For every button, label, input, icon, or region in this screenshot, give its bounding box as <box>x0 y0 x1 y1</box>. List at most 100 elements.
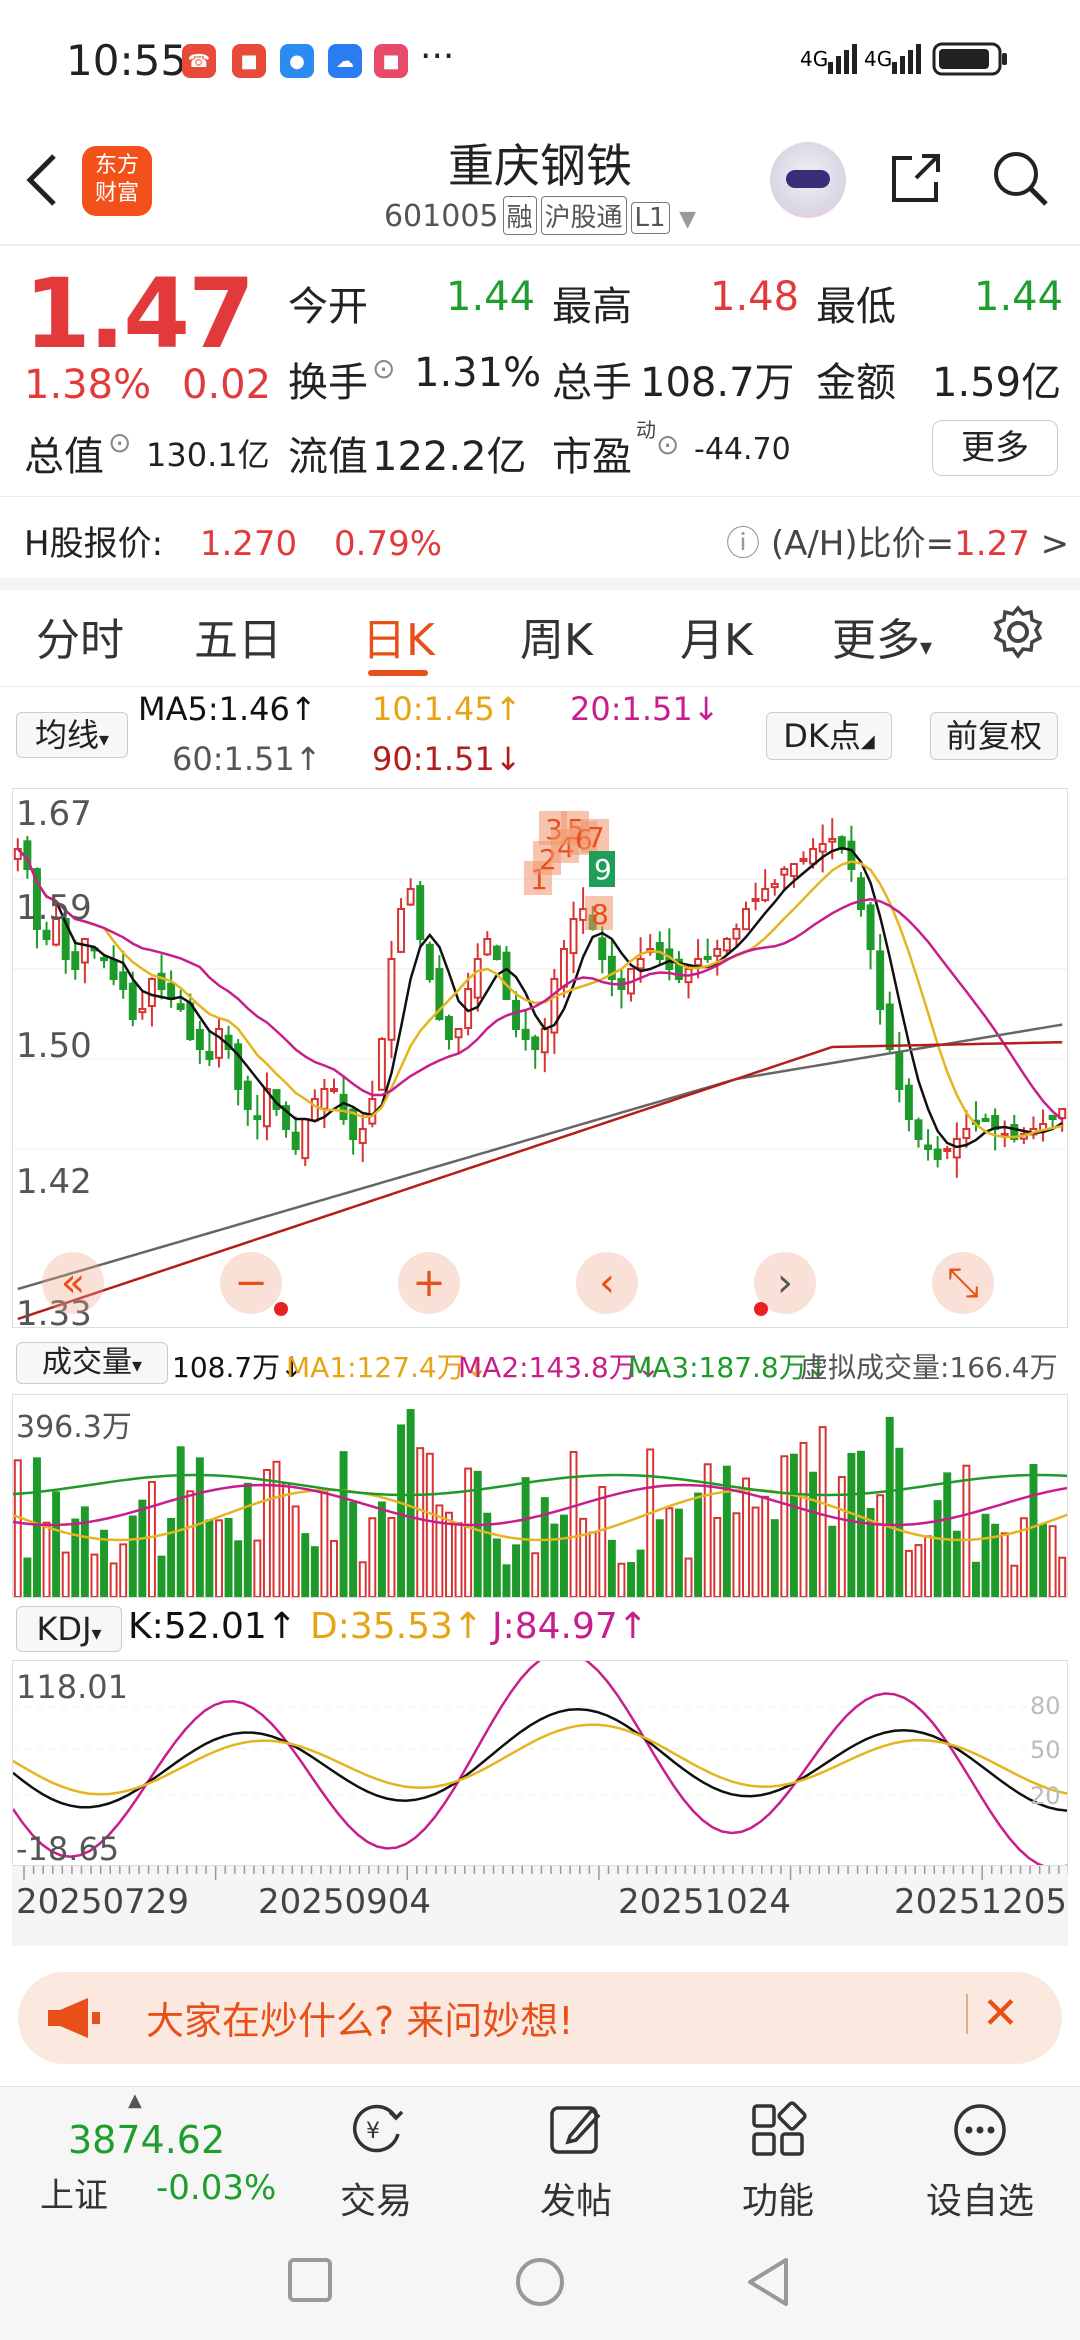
volume-bar <box>799 1441 808 1597</box>
assistant-robot-icon[interactable] <box>770 142 846 218</box>
candle <box>253 1115 262 1120</box>
kdj-level-label: 50 <box>1030 1736 1061 1764</box>
volume-bar <box>243 1482 252 1597</box>
tab-five-day[interactable]: 五日 <box>194 604 282 668</box>
info-icon[interactable]: ⊙ <box>372 352 395 385</box>
share-icon[interactable] <box>886 148 946 208</box>
volume-bar <box>828 1525 837 1597</box>
tab-intraday[interactable]: 分时 <box>36 604 124 668</box>
trade-tab[interactable]: 交易 <box>296 2172 456 2224</box>
candle <box>924 1144 933 1150</box>
volume-bar <box>943 1472 952 1597</box>
volume-bar <box>972 1561 980 1597</box>
volume-bar <box>13 1459 22 1597</box>
add-watchlist-tab[interactable]: 设自选 <box>900 2172 1060 2224</box>
more-button[interactable]: 更多 <box>932 420 1058 476</box>
candle <box>291 1131 300 1150</box>
chevron-left-icon[interactable]: ‹ <box>576 1252 638 1314</box>
price-change-pct: 1.38% <box>24 362 152 408</box>
candle <box>847 840 856 871</box>
dk-point-button[interactable]: DK点◢ <box>766 712 892 760</box>
candle <box>310 1098 319 1122</box>
recent-apps-icon[interactable] <box>286 2256 334 2304</box>
pe-superscript: 动 <box>636 418 656 442</box>
info-icon[interactable]: ⊙ <box>108 426 131 459</box>
volume-bar <box>761 1495 770 1597</box>
candle <box>42 929 51 940</box>
index-name[interactable]: 上证 <box>40 2168 108 2217</box>
kdj-level-label: 20 <box>1030 1782 1061 1810</box>
banner-text[interactable]: 大家在炒什么? 来问妙想! <box>146 1990 573 2045</box>
adjust-button[interactable]: 前复权 <box>930 712 1058 760</box>
expand-icon[interactable]: ⤡ <box>932 1252 994 1314</box>
candle <box>962 1128 971 1139</box>
fast-backward-icon[interactable]: « <box>42 1252 104 1314</box>
post-tab[interactable]: 发帖 <box>496 2172 656 2224</box>
volume-selector[interactable]: 成交量▾ <box>16 1342 168 1384</box>
ah-ratio[interactable]: ⓘ (A/H)比价=1.27 > <box>726 516 1069 565</box>
candle <box>512 1000 521 1030</box>
candle <box>243 1080 252 1111</box>
trade-yen-icon[interactable]: ¥ <box>344 2098 408 2162</box>
volume-bar <box>301 1533 310 1597</box>
h-share-row[interactable]: H股报价: 1.270 0.79% <box>24 516 442 565</box>
volume-bar <box>665 1507 674 1597</box>
candle <box>320 1088 329 1110</box>
volume-bar <box>349 1501 358 1597</box>
kline-chart[interactable]: 123456789 <box>12 788 1068 1328</box>
h-share-pct: 0.79% <box>334 524 443 564</box>
volume-bar <box>617 1562 626 1597</box>
candle <box>454 1028 463 1039</box>
turnover-value: 1.31% <box>414 350 542 396</box>
tab-week-k[interactable]: 周K <box>520 604 593 668</box>
candle <box>71 951 80 970</box>
candle <box>636 958 645 970</box>
dropdown-triangle-icon: ▾ <box>131 1353 143 1377</box>
volume-bar <box>205 1519 214 1597</box>
back-triangle-icon[interactable] <box>744 2256 792 2308</box>
notification-icon: ■ <box>232 44 266 78</box>
more-dots-icon[interactable] <box>948 2098 1012 2162</box>
candle <box>445 1016 453 1041</box>
search-icon[interactable] <box>988 146 1052 210</box>
candle <box>397 908 406 953</box>
tab-day-k[interactable]: 日K <box>362 604 435 668</box>
date-label: 20250729 <box>16 1882 190 1922</box>
volume-bar <box>818 1426 827 1597</box>
volume-bar <box>80 1506 89 1597</box>
zoom-in-icon[interactable]: + <box>398 1252 460 1314</box>
candle <box>167 982 176 1000</box>
volume-bar <box>512 1544 521 1597</box>
function-tab[interactable]: 功能 <box>698 2172 858 2224</box>
home-icon[interactable] <box>514 2256 566 2308</box>
ma-selector[interactable]: 均线▾ <box>16 712 128 758</box>
function-grid-icon[interactable] <box>746 2098 810 2162</box>
index-change[interactable]: -0.03% <box>156 2168 276 2208</box>
index-value[interactable]: 3874.62 <box>68 2118 225 2162</box>
info-icon[interactable]: ⊙ <box>656 428 679 461</box>
post-edit-icon[interactable] <box>544 2098 608 2162</box>
active-tab-indicator <box>368 670 428 676</box>
kdj-selector[interactable]: KDJ▾ <box>16 1606 122 1652</box>
candle <box>205 1050 214 1060</box>
candle <box>358 1128 367 1144</box>
zoom-out-icon[interactable]: − <box>220 1252 282 1314</box>
volume-bar <box>636 1549 645 1597</box>
high-label: 最高 <box>552 284 632 330</box>
volume-bar <box>195 1457 204 1597</box>
candle <box>521 1028 530 1041</box>
volume-bar <box>607 1539 616 1597</box>
volume-bar <box>981 1513 990 1597</box>
total-value-label: 总值 <box>24 434 104 480</box>
tab-more[interactable]: 更多▾ <box>832 604 932 668</box>
pe-value: -44.70 <box>694 432 791 467</box>
volume-bar <box>138 1499 147 1597</box>
candle <box>732 928 741 940</box>
tab-month-k[interactable]: 月K <box>680 604 753 668</box>
pe-label: 市盈 <box>552 434 632 480</box>
close-icon[interactable]: ✕ <box>982 1988 1019 2039</box>
candle <box>981 1117 990 1122</box>
amount-value: 1.59亿 <box>932 360 1062 406</box>
volume-bar <box>483 1512 492 1597</box>
gear-icon[interactable] <box>990 604 1046 660</box>
